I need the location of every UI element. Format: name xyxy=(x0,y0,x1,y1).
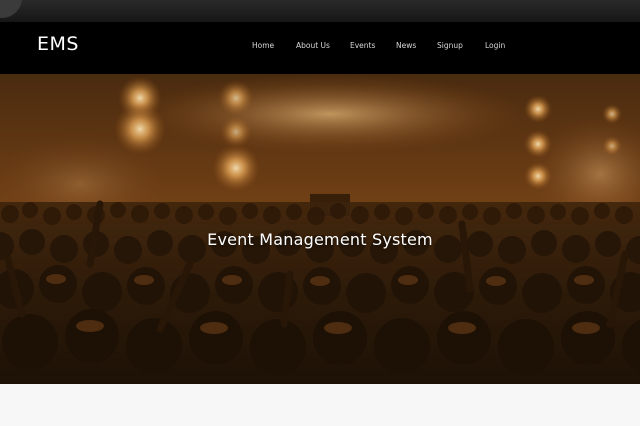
content-area xyxy=(0,384,640,426)
brand-logo[interactable]: EMS xyxy=(37,33,79,55)
nav-about-us[interactable]: About Us xyxy=(296,41,330,50)
nav-events[interactable]: Events xyxy=(350,41,375,50)
hero-banner: Event Management System xyxy=(0,74,640,384)
browser-top-strip xyxy=(0,0,640,22)
nav-home[interactable]: Home xyxy=(252,41,274,50)
nav-news[interactable]: News xyxy=(396,41,416,50)
corner-shape xyxy=(0,0,22,18)
concert-crowd-image xyxy=(0,74,640,384)
page: EMS Home About Us Events News Signup Log… xyxy=(0,0,640,426)
navbar: EMS Home About Us Events News Signup Log… xyxy=(0,22,640,74)
nav-signup[interactable]: Signup xyxy=(437,41,463,50)
hero-title: Event Management System xyxy=(207,230,433,249)
nav-login[interactable]: Login xyxy=(485,41,505,50)
